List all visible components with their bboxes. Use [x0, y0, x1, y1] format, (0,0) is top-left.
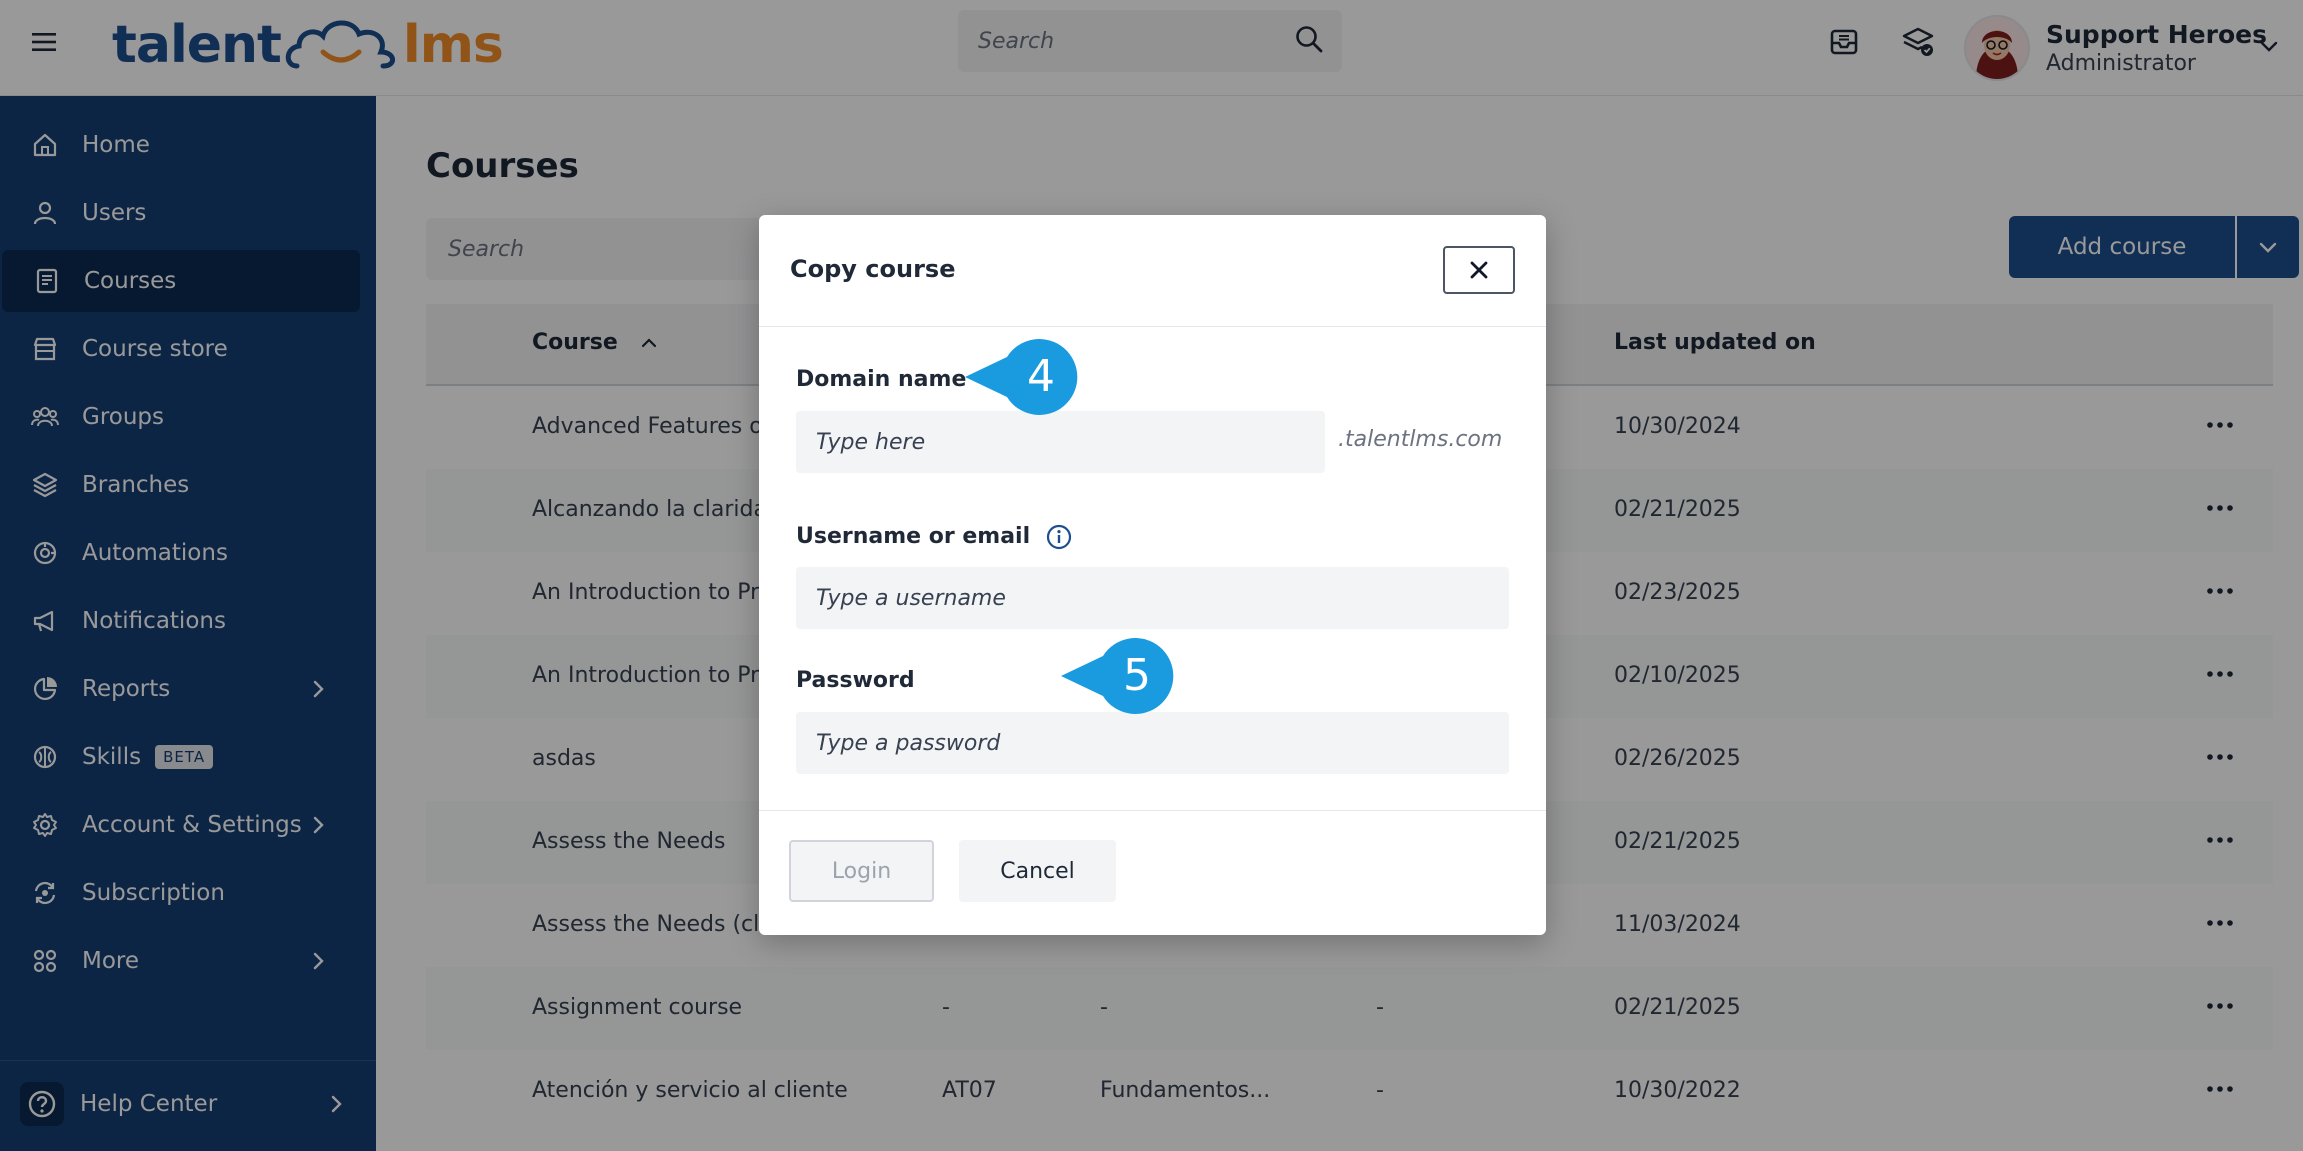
step-number: 4 — [1027, 351, 1055, 402]
app-root: talent lms Search Support Heroes Adminis… — [0, 0, 2303, 1151]
step-callout-5: 5 — [1059, 636, 1179, 716]
username-label-text: Username or email — [796, 524, 1031, 549]
step-number: 5 — [1123, 650, 1151, 701]
login-button[interactable]: Login — [789, 840, 934, 902]
password-label: Password — [796, 668, 915, 693]
dialog-footer: Login Cancel — [759, 810, 1546, 936]
copy-course-dialog: Copy course Domain name .talentlms.com U… — [759, 215, 1546, 935]
domain-suffix: .talentlms.com — [1338, 427, 1503, 452]
dialog-header: Copy course — [759, 215, 1546, 327]
domain-name-input[interactable] — [796, 411, 1325, 473]
dialog-title: Copy course — [790, 255, 956, 283]
username-input[interactable] — [796, 567, 1509, 629]
close-icon — [1470, 261, 1488, 279]
info-icon[interactable] — [1046, 524, 1072, 550]
cancel-button[interactable]: Cancel — [959, 840, 1116, 902]
username-label: Username or email — [796, 524, 1072, 550]
password-input[interactable] — [796, 712, 1509, 774]
close-button[interactable] — [1443, 246, 1515, 294]
domain-name-label: Domain name — [796, 367, 967, 392]
step-callout-4: 4 — [963, 337, 1083, 417]
